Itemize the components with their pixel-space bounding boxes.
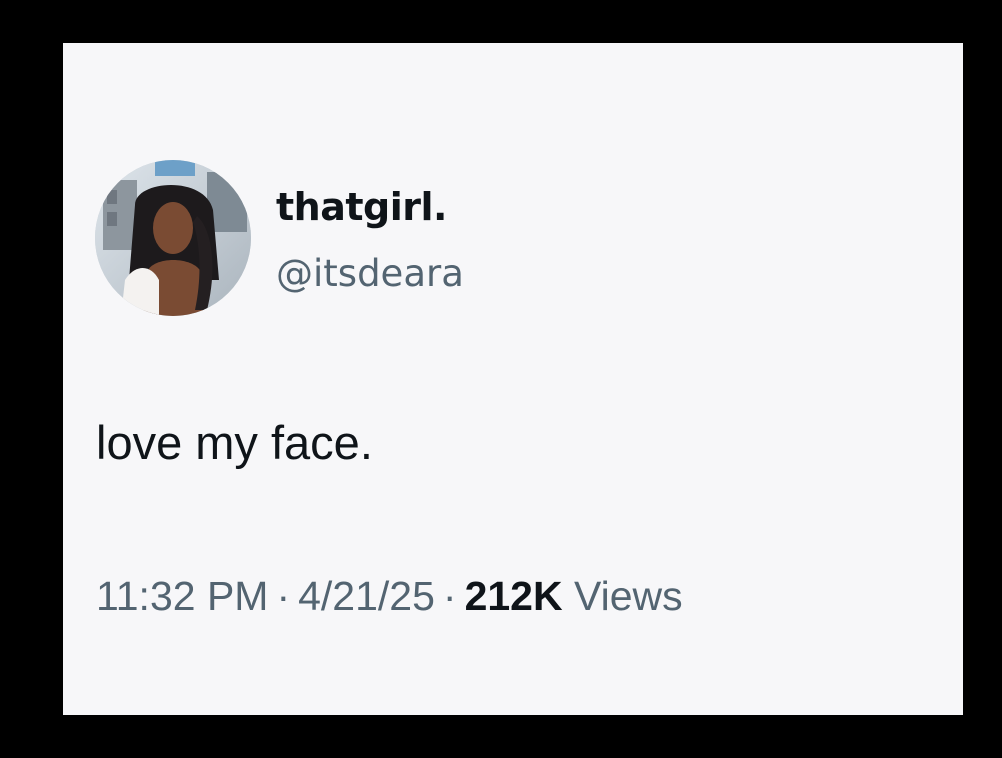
meta-separator: · [442,573,457,619]
profile-photo-icon [95,160,251,316]
tweet-time[interactable]: 11:32 PM [96,573,268,619]
tweet-meta: 11:32 PM · 4/21/25 · 212K Views [96,570,683,622]
views-label: Views [573,573,683,619]
display-name[interactable]: thatgirl. [276,183,447,231]
views-count[interactable]: 212K [465,573,563,619]
screenshot-frame: thatgirl. @itsdeara love my face. 11:32 … [0,0,1002,758]
avatar[interactable] [95,160,251,316]
tweet-card: thatgirl. @itsdeara love my face. 11:32 … [63,43,963,715]
tweet-date[interactable]: 4/21/25 [298,573,435,619]
tweet-text: love my face. [96,416,373,469]
user-handle[interactable]: @itsdeara [276,250,464,298]
meta-separator: · [276,573,291,619]
